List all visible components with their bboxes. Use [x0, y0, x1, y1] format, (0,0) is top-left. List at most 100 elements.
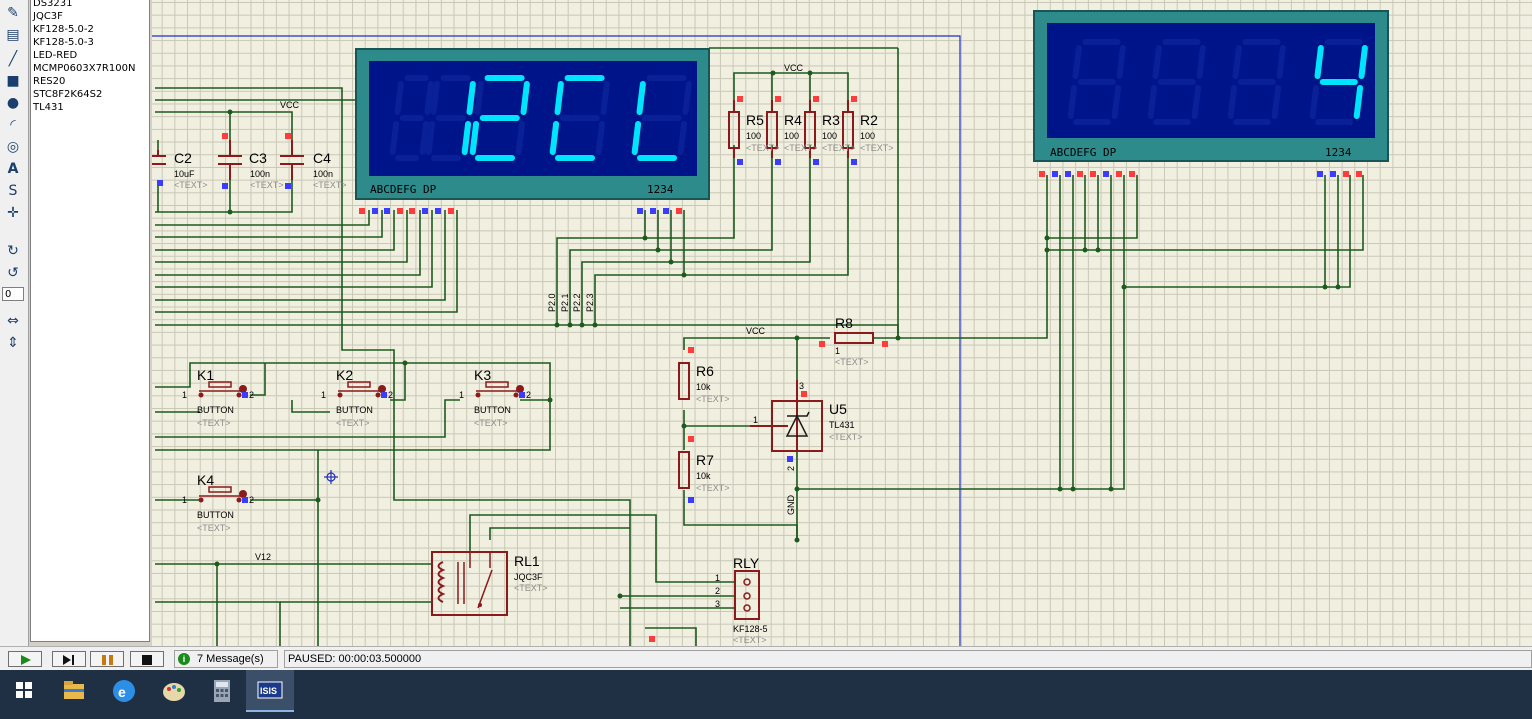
segment-c	[1191, 85, 1202, 119]
segment-b	[1196, 45, 1206, 79]
list-item[interactable]: MCMP0603X7R100N	[33, 63, 135, 74]
segment-b	[1358, 45, 1368, 79]
pin-marker	[676, 208, 682, 214]
r6-value: 10k	[696, 382, 711, 392]
marker-icon[interactable]: ✛	[4, 204, 22, 222]
pin-marker	[650, 208, 656, 214]
segment-c	[515, 121, 526, 155]
svg-text:e: e	[118, 684, 126, 700]
step-button[interactable]	[52, 651, 86, 667]
connector-rly[interactable]	[734, 570, 760, 620]
schematic-drawing[interactable]: ABCDEFG DP 1234 ABCDEFG DP 1234 C2 10uF …	[152, 0, 1532, 646]
segment-f	[1232, 45, 1242, 79]
start-button[interactable]	[0, 670, 48, 712]
pin-marker	[1129, 171, 1135, 177]
relay-rl1[interactable]	[431, 551, 508, 616]
pin-marker	[285, 133, 291, 139]
list-item[interactable]: KF128-5.0-2	[33, 24, 94, 35]
play-button[interactable]	[8, 651, 42, 667]
pin-marker	[222, 133, 228, 139]
r5-text: <TEXT>	[746, 143, 780, 153]
messages-indicator[interactable]: i 7 Message(s)	[174, 650, 278, 668]
pin-marker	[1052, 171, 1058, 177]
file-explorer-icon[interactable]	[50, 670, 98, 712]
button-ref: K4	[197, 472, 214, 488]
list-item[interactable]: TL431	[33, 102, 64, 113]
segment-e	[469, 121, 480, 155]
segment-e	[631, 121, 642, 155]
list-item[interactable]: DS3231	[33, 0, 73, 9]
paint-icon[interactable]	[150, 670, 198, 712]
pin-marker	[384, 208, 390, 214]
cursor-crosshair-icon	[324, 470, 338, 484]
segment-b	[466, 81, 476, 115]
u5-tl431[interactable]	[750, 380, 823, 462]
pin-number: 2	[249, 390, 254, 400]
symbol-icon[interactable]: S	[4, 182, 22, 200]
isis-app-icon[interactable]: ISIS	[246, 670, 294, 712]
button-k2[interactable]: K2 1 2 BUTTON <TEXT>	[321, 367, 393, 428]
pin-marker	[1330, 171, 1336, 177]
list-item[interactable]: RES20	[33, 76, 65, 87]
arc-icon[interactable]: ◜	[4, 116, 22, 134]
rotation-input[interactable]: 0	[2, 287, 24, 301]
segment-f	[636, 81, 646, 115]
circle-icon[interactable]: ●	[4, 94, 22, 112]
button-text: <TEXT>	[336, 418, 370, 428]
c2-value: 10uF	[174, 169, 195, 179]
pin-marker	[637, 208, 643, 214]
pause-button[interactable]	[90, 651, 124, 667]
mirror-vertical-icon[interactable]: ⇕	[4, 334, 22, 352]
list-item[interactable]: KF128-5.0-3	[33, 37, 94, 48]
button-ref: K2	[336, 367, 353, 383]
pin-number: 2	[526, 390, 531, 400]
component-icon[interactable]: ▤	[4, 26, 22, 44]
calculator-icon[interactable]	[198, 670, 246, 712]
schematic-canvas[interactable]: ABCDEFG DP 1234 ABCDEFG DP 1234 C2 10uF …	[152, 0, 1532, 646]
button-text: <TEXT>	[197, 418, 231, 428]
pin-marker	[663, 208, 669, 214]
segment-f	[1152, 45, 1162, 79]
line-icon[interactable]: ╱	[4, 50, 22, 68]
stop-button[interactable]	[130, 651, 164, 667]
path-icon[interactable]: ◎	[4, 138, 22, 156]
rotate-cw-icon[interactable]: ↻	[4, 242, 22, 260]
rotate-ccw-icon[interactable]: ↺	[4, 264, 22, 282]
rly-text: <TEXT>	[733, 635, 767, 645]
pencil-icon[interactable]: ✎	[4, 4, 22, 22]
list-item[interactable]: LED-RED	[33, 50, 77, 61]
segment-c	[461, 121, 472, 155]
r8-ref: R8	[835, 315, 853, 331]
display-1[interactable]: ABCDEFG DP 1234	[355, 48, 710, 200]
button-k1[interactable]: K1 1 2 BUTTON <TEXT>	[182, 367, 254, 428]
box-icon[interactable]: ■	[4, 72, 22, 90]
v12-label: V12	[255, 552, 271, 562]
pin-marker	[1065, 171, 1071, 177]
display-2-pins	[1039, 171, 1362, 177]
simulation-status: PAUSED: 00:00:03.500000	[284, 650, 1532, 668]
text-icon[interactable]: A	[4, 160, 22, 178]
button-text: <TEXT>	[197, 523, 231, 533]
pin-number: 1	[459, 390, 464, 400]
button-k4[interactable]: K4 1 2 BUTTON <TEXT>	[182, 472, 254, 533]
mirror-horizontal-icon[interactable]: ⇔	[4, 312, 22, 330]
button-text: <TEXT>	[474, 418, 508, 428]
segment-e	[1227, 85, 1238, 119]
list-item[interactable]: STC8F2K64S2	[33, 89, 102, 100]
button-k3[interactable]: K3 1 2 BUTTON <TEXT>	[459, 367, 531, 428]
u5-pin1: 1	[753, 415, 758, 425]
display-2[interactable]: ABCDEFG DP 1234	[1033, 10, 1389, 162]
pin-marker	[688, 347, 694, 353]
segment-c	[677, 121, 688, 155]
display-2-digit-labels: 1234	[1325, 146, 1352, 159]
u5-value: TL431	[829, 420, 855, 430]
browser-icon[interactable]: e	[100, 670, 148, 712]
messages-label: 7 Message(s)	[197, 653, 264, 665]
button-value: BUTTON	[197, 510, 234, 520]
device-list[interactable]: DS3231 JQC3F KF128-5.0-2 KF128-5.0-3 LED…	[30, 0, 150, 642]
c4-ref: C4	[313, 150, 331, 166]
segment-b	[424, 81, 434, 115]
list-item[interactable]: JQC3F	[33, 11, 63, 22]
r3-text: <TEXT>	[822, 143, 856, 153]
taskbar: e ISIS	[0, 670, 1532, 719]
